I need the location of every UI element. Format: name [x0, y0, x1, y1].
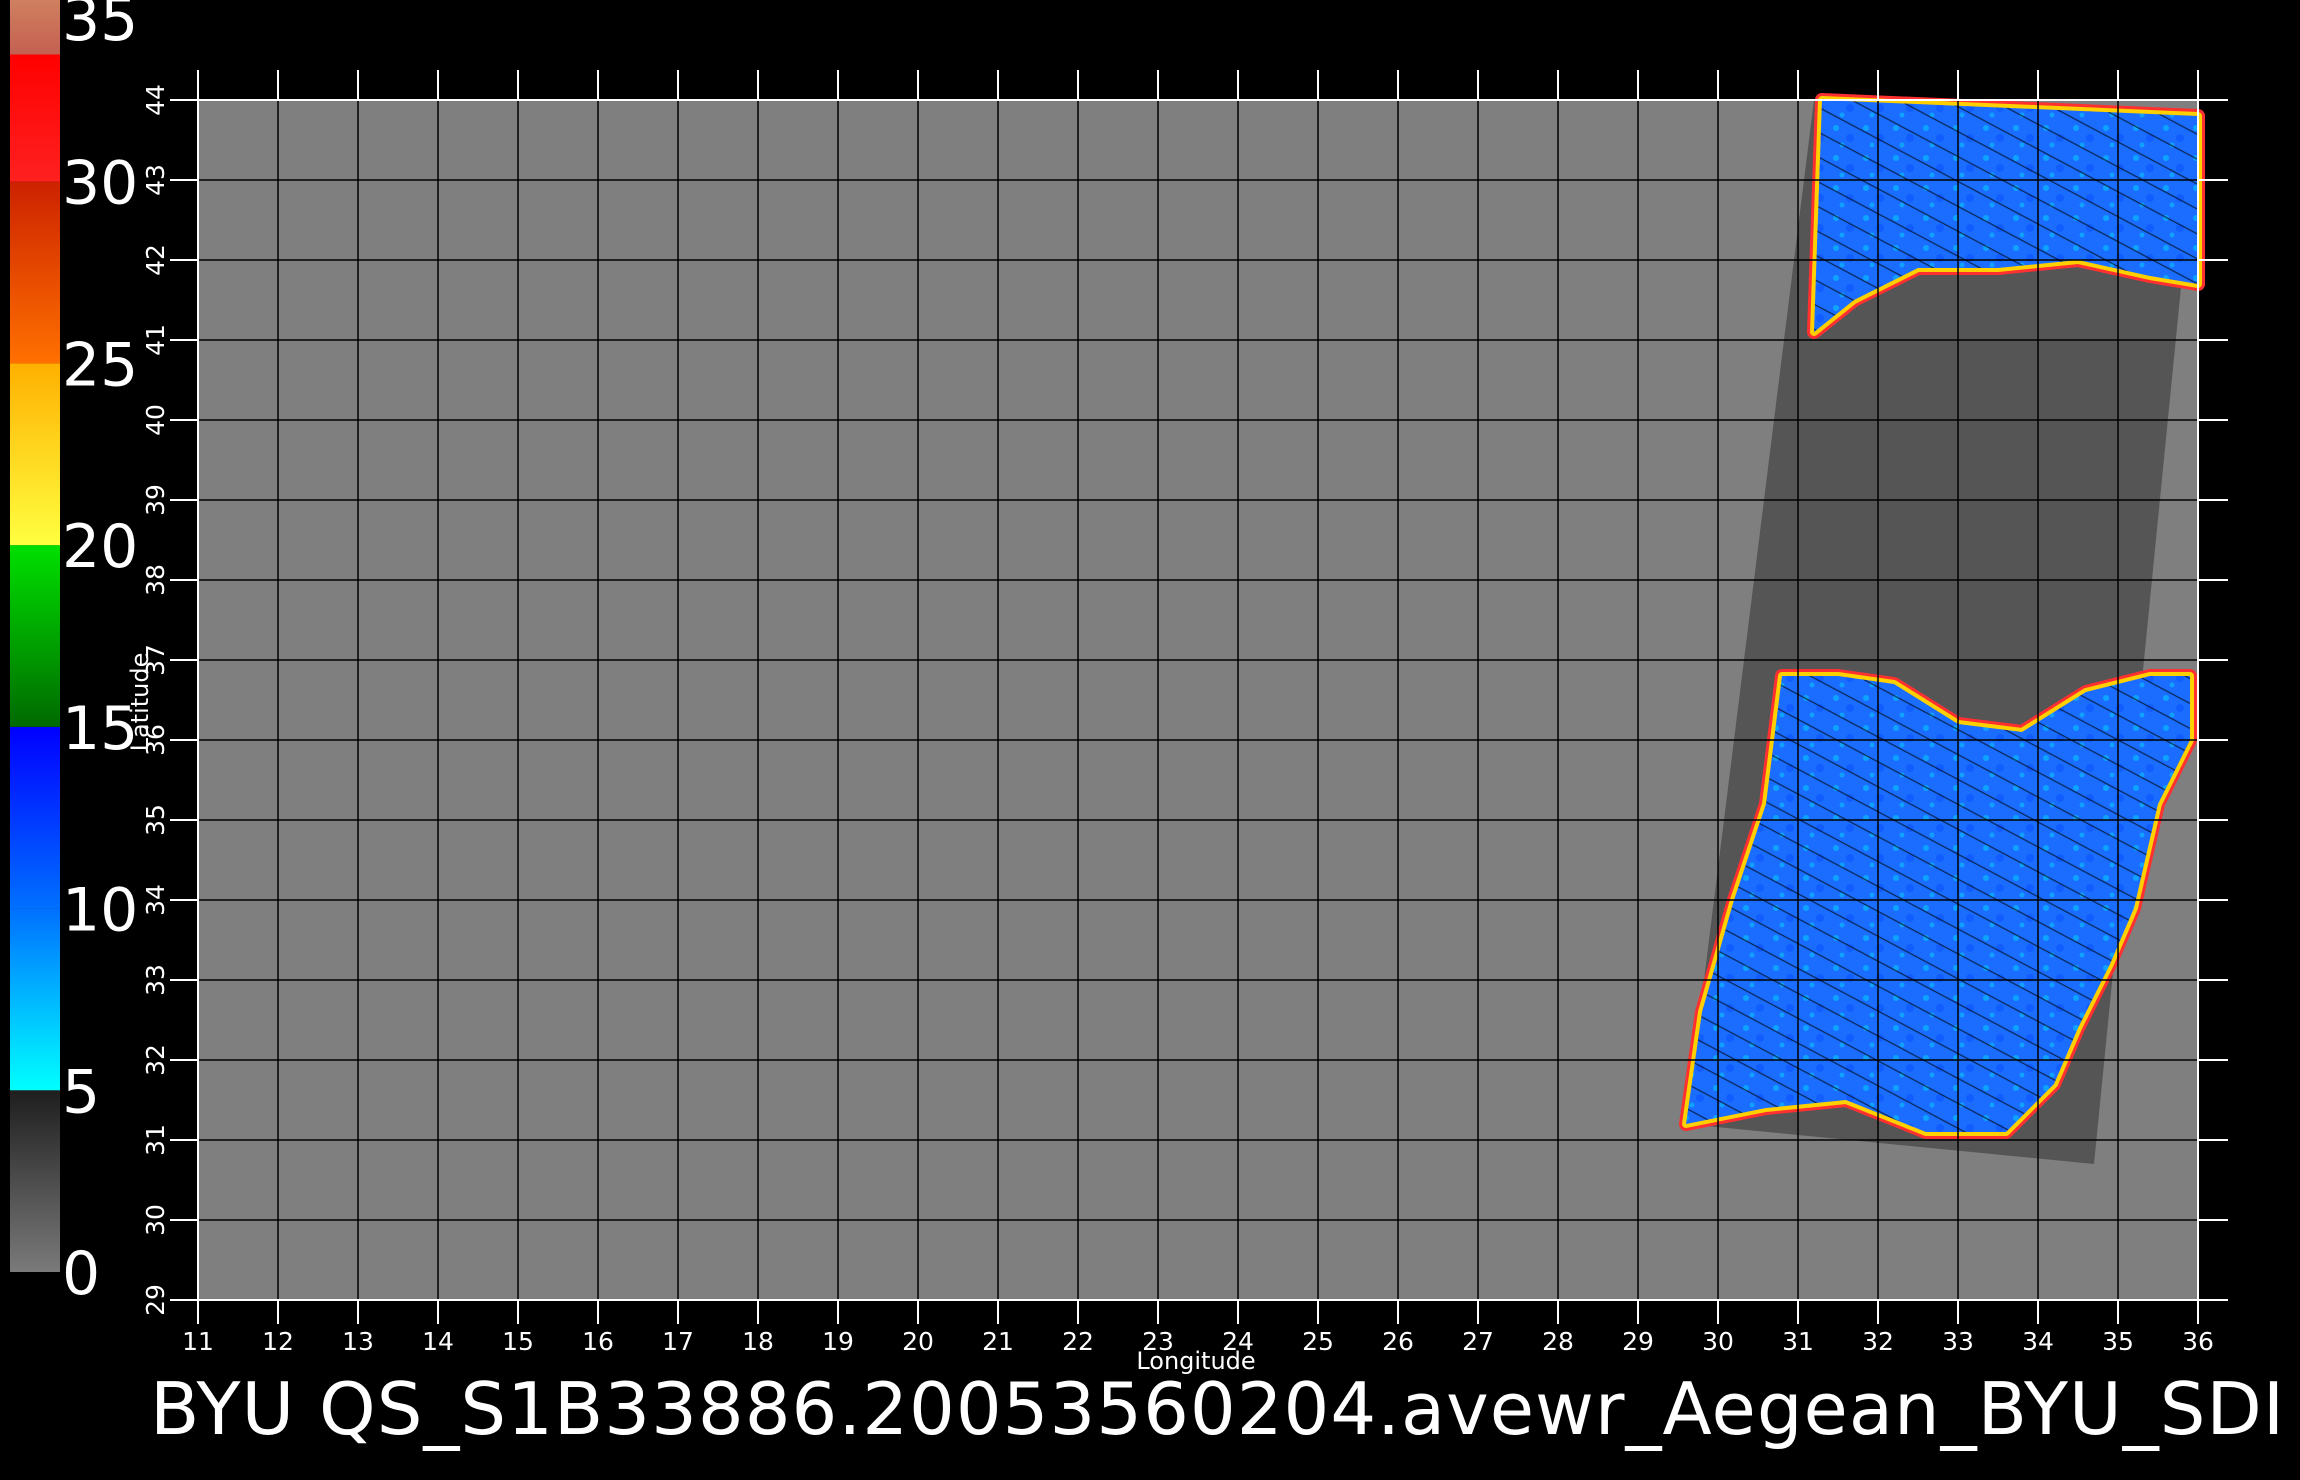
lat-tick-label: 35 [141, 804, 170, 836]
colorbar-segment [10, 1090, 60, 1272]
lon-tick-label: 16 [582, 1327, 614, 1356]
colorbar [10, 0, 60, 1272]
lat-tick-label: 38 [141, 564, 170, 596]
lon-tick-label: 36 [2182, 1327, 2214, 1356]
lat-tick-label: 39 [141, 484, 170, 516]
lon-tick-label: 25 [1302, 1327, 1334, 1356]
lat-tick-label: 31 [141, 1124, 170, 1156]
colorbar-segment [10, 363, 60, 546]
lon-tick-label: 32 [1862, 1327, 1894, 1356]
wind-speed-map-figure: 35302520151050 11 12 13 14 15 16 17 18 19 20 21 22 2… [10, 0, 2285, 1451]
colorbar-tick-label: 35 [62, 0, 138, 55]
lon-tick-label: 27 [1462, 1327, 1494, 1356]
lon-tick-label: 22 [1062, 1327, 1094, 1356]
colorbar-tick-label: 5 [62, 1057, 100, 1127]
lat-tick-label: 44 [141, 84, 170, 116]
lon-tick-label: 21 [982, 1327, 1014, 1356]
lat-tick-label: 29 [141, 1284, 170, 1316]
lat-tick-label: 32 [141, 1044, 170, 1076]
lon-tick-label: 31 [1782, 1327, 1814, 1356]
lon-tick-label: 13 [342, 1327, 374, 1356]
colorbar-tick-label: 0 [62, 1239, 100, 1309]
colorbar-tick-label: 20 [62, 512, 138, 582]
colorbar-segment [10, 0, 60, 55]
lon-tick-label: 15 [502, 1327, 534, 1356]
lon-tick-label: 12 [262, 1327, 294, 1356]
colorbar-tick-label: 30 [62, 149, 138, 219]
colorbar-tick-label: 10 [62, 876, 138, 946]
lat-tick-label: 30 [141, 1204, 170, 1236]
lon-tick-label: 19 [822, 1327, 854, 1356]
footer-caption: BYU QS_S1B33886.20053560204.avewr_Aegean… [150, 1367, 2285, 1451]
lon-tick-label: 35 [2102, 1327, 2134, 1356]
lat-tick-label: 34 [141, 884, 170, 916]
colorbar-segment [10, 908, 60, 1091]
lon-tick-label: 30 [1702, 1327, 1734, 1356]
lon-tick-label: 29 [1622, 1327, 1654, 1356]
lat-tick-label: 42 [141, 244, 170, 276]
colorbar-segment [10, 54, 60, 182]
lat-tick-label: 40 [141, 404, 170, 436]
lat-tick-label: 33 [141, 964, 170, 996]
lon-tick-label: 20 [902, 1327, 934, 1356]
lon-tick-label: 14 [422, 1327, 454, 1356]
lat-tick-label: 41 [141, 324, 170, 356]
colorbar-segment [10, 181, 60, 364]
lon-tick-label: 33 [1942, 1327, 1974, 1356]
lon-tick-label: 17 [662, 1327, 694, 1356]
lon-tick-label: 34 [2022, 1327, 2054, 1356]
lat-tick-label: 43 [141, 164, 170, 196]
y-axis-title: Latitude [126, 653, 154, 752]
lon-tick-label: 18 [742, 1327, 774, 1356]
colorbar-tick-label: 25 [62, 330, 138, 400]
lon-tick-label: 26 [1382, 1327, 1414, 1356]
lon-tick-label: 11 [182, 1327, 214, 1356]
lon-tick-label: 28 [1542, 1327, 1574, 1356]
colorbar-segment [10, 726, 60, 909]
colorbar-segment [10, 545, 60, 727]
